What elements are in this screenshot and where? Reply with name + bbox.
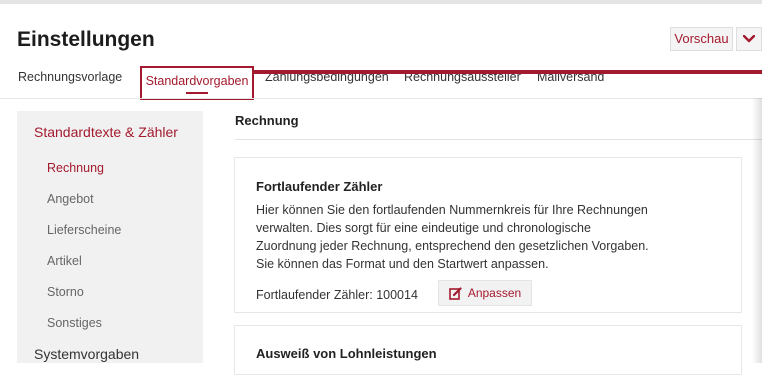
- edge-shadow: [752, 98, 762, 363]
- tab-label: Standardvorgaben: [145, 74, 249, 88]
- adjust-button[interactable]: Anpassen: [438, 280, 532, 306]
- description-line: Hier können Sie den fortlaufenden Nummer…: [256, 203, 648, 217]
- sidebar-item-artikel[interactable]: Artikel: [47, 254, 82, 268]
- description-line: verwalten. Dies sorgt für eine eindeutig…: [256, 221, 591, 235]
- adjust-button-label: Anpassen: [467, 286, 522, 300]
- preview-dropdown-button[interactable]: [736, 27, 762, 51]
- edit-icon: [449, 286, 462, 300]
- card-description: Hier können Sie den fortlaufenden Nummer…: [256, 201, 706, 273]
- description-line: Sie können das Format und den Startwert …: [256, 257, 549, 271]
- wage-card: Ausweiß von Lohnleistungen: [234, 325, 742, 375]
- section-title: Rechnung: [235, 113, 299, 128]
- sidebar-item-lieferscheine[interactable]: Lieferscheine: [47, 223, 121, 237]
- sidebar: Standardtexte & Zähler Rechnung Angebot …: [17, 111, 203, 363]
- page-title: Einstellungen: [17, 28, 155, 51]
- card-title: Ausweiß von Lohnleistungen: [256, 346, 437, 361]
- sidebar-item-storno[interactable]: Storno: [47, 285, 84, 299]
- preview-button[interactable]: Vorschau: [670, 27, 733, 51]
- active-tab-indicator: [186, 92, 208, 94]
- sidebar-item-angebot[interactable]: Angebot: [47, 192, 94, 206]
- tabs-divider: [0, 98, 762, 99]
- tab-rechnungsvorlage[interactable]: Rechnungsvorlage: [18, 70, 122, 84]
- top-bar: Einstellungen Vorschau Rechnungsvorlage …: [0, 0, 762, 100]
- sidebar-header-systemvorgaben[interactable]: Systemvorgaben: [34, 346, 139, 362]
- highlight-line: [254, 70, 762, 74]
- chevron-down-icon: [743, 35, 755, 43]
- description-line: Zuordnung jeder Rechnung, entsprechend d…: [256, 239, 649, 253]
- counter-card: Fortlaufender Zähler Hier können Sie den…: [234, 157, 742, 313]
- counter-value: Fortlaufender Zähler: 100014: [256, 288, 418, 302]
- sidebar-item-rechnung[interactable]: Rechnung: [47, 161, 104, 175]
- sidebar-header-standardtexte[interactable]: Standardtexte & Zähler: [34, 124, 178, 140]
- section-divider: [235, 139, 762, 140]
- card-title: Fortlaufender Zähler: [256, 179, 383, 194]
- sidebar-item-sonstiges[interactable]: Sonstiges: [47, 316, 102, 330]
- tab-standardvorgaben[interactable]: Standardvorgaben: [140, 66, 254, 100]
